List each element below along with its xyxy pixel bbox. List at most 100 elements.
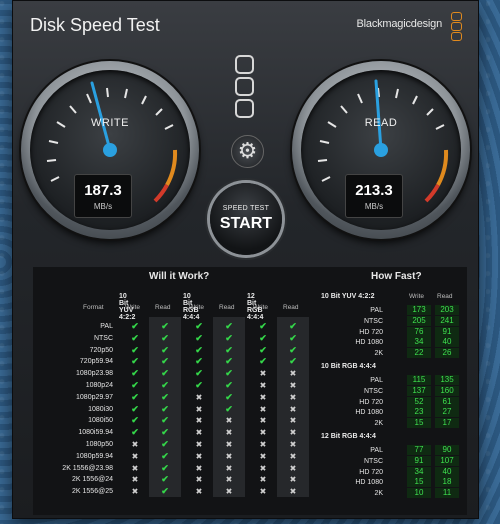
app-window: Disk Speed Test Blackmagicdesign WRITE 1… [12, 0, 479, 519]
checkmark-icon: ✔ [131, 427, 139, 438]
subheader-read: Read [155, 304, 171, 311]
write-fps-value: 34 [407, 466, 431, 477]
speed-format-name: NTSC [363, 387, 383, 395]
cross-icon: ✖ [131, 451, 139, 461]
checkmark-icon: ✔ [131, 368, 139, 379]
checkmark-icon: ✔ [161, 368, 169, 379]
cross-icon: ✖ [289, 463, 297, 473]
format-column-header: Format [83, 304, 104, 311]
write-fps-value: 77 [407, 445, 431, 455]
read-gauge: READ 213.3 MB/s [292, 61, 470, 239]
speed-format-name: PAL [370, 307, 383, 314]
start-button[interactable]: SPEED TEST START [210, 183, 282, 255]
brand-label: Blackmagicdesign [356, 18, 443, 30]
checkmark-icon: ✔ [161, 332, 169, 343]
speed-format-name: HD 1080 [355, 339, 383, 347]
checkmark-icon: ✔ [259, 344, 267, 355]
speed-row: 2K 10 11 [321, 488, 467, 499]
write-fps-value: 115 [407, 375, 431, 385]
format-name: 1080i59.94 [78, 429, 113, 437]
write-fps-value: 137 [407, 385, 431, 396]
cross-icon: ✖ [195, 475, 203, 485]
speed-row: NTSC 91 107 [321, 455, 467, 467]
checkmark-icon: ✔ [161, 344, 169, 355]
start-button-label: START [219, 215, 273, 232]
checkmark-icon: ✔ [195, 332, 203, 343]
format-name: NTSC [93, 334, 113, 342]
checkmark-icon: ✔ [131, 380, 139, 390]
checkmark-icon: ✔ [161, 450, 169, 461]
read-fps-value: 18 [435, 477, 459, 488]
cross-icon: ✖ [289, 416, 297, 426]
format-name: 2K 1556@23.98 [62, 464, 113, 472]
format-name: 1080i30 [88, 405, 113, 413]
checkmark-icon: ✔ [289, 356, 297, 367]
speed-row: HD 720 76 91 [321, 326, 467, 338]
read-unit: MB/s [364, 202, 384, 211]
checkmark-icon: ✔ [161, 321, 169, 331]
speed-format-name: 2K [374, 490, 383, 498]
checkmark-icon: ✔ [195, 321, 203, 331]
write-unit: MB/s [93, 202, 113, 211]
table-row: 1080i50 ✔ ✔ ✖ ✖ ✖ ✖ [45, 415, 313, 427]
write-fps-value: 205 [407, 315, 431, 326]
table-row: 720p50 ✔ ✔ ✔ ✔ ✔ ✔ [45, 345, 313, 357]
checkmark-icon: ✔ [289, 332, 297, 343]
checkmark-icon: ✔ [195, 344, 203, 355]
speed-group-header: 10 Bit RGB 4:4:4 [321, 363, 376, 370]
cross-icon: ✖ [195, 392, 203, 402]
cross-icon: ✖ [195, 404, 203, 414]
speed-format-name: NTSC [363, 317, 383, 325]
write-fps-value: 22 [407, 348, 431, 359]
table-row: 1080p23.98 ✔ ✔ ✔ ✔ ✖ ✖ [45, 368, 313, 380]
checkmark-icon: ✔ [131, 391, 139, 402]
write-fps-value: 52 [407, 396, 431, 407]
cross-icon: ✖ [195, 428, 203, 438]
cross-icon: ✖ [259, 487, 267, 497]
write-fps-value: 76 [407, 326, 431, 337]
checkmark-icon: ✔ [161, 474, 169, 485]
cross-icon: ✖ [225, 487, 233, 497]
table-row: 1080i30 ✔ ✔ ✖ ✔ ✖ ✖ [45, 404, 313, 416]
table-row: NTSC ✔ ✔ ✔ ✔ ✔ ✔ [45, 333, 313, 345]
write-readout: 187.3 MB/s [74, 174, 132, 218]
checkmark-icon: ✔ [195, 380, 203, 390]
format-name: 1080p23.98 [76, 370, 113, 378]
settings-gear-icon[interactable]: ⚙ [231, 135, 264, 168]
checkmark-icon: ✔ [161, 439, 169, 449]
checkmark-icon: ✔ [131, 403, 139, 414]
table-row: 1080p59.94 ✖ ✔ ✖ ✖ ✖ ✖ [45, 451, 313, 463]
checkmark-icon: ✔ [225, 380, 233, 390]
format-name: 720p50 [89, 346, 113, 354]
table-row: 1080p29.97 ✔ ✔ ✖ ✔ ✖ ✖ [45, 392, 313, 404]
brand-logo-icon [451, 12, 463, 41]
read-fps-value: 91 [435, 326, 459, 337]
cross-icon: ✖ [225, 428, 233, 438]
speed-row: HD 720 34 40 [321, 466, 467, 478]
checkmark-icon: ✔ [161, 403, 169, 414]
cross-icon: ✖ [259, 451, 267, 461]
cross-icon: ✖ [289, 428, 297, 438]
table-row: 2K 1556@23.98 ✖ ✔ ✖ ✖ ✖ ✖ [45, 463, 313, 475]
write-fps-value: 15 [407, 418, 431, 429]
checkmark-icon: ✔ [161, 462, 169, 473]
checkmark-icon: ✔ [225, 356, 233, 367]
cross-icon: ✖ [289, 475, 297, 485]
read-value: 213.3 [355, 182, 393, 199]
table-row: 2K 1556@24 ✖ ✔ ✖ ✖ ✖ ✖ [45, 474, 313, 486]
write-fps-value: 10 [407, 488, 431, 499]
subheader-write: Write [125, 304, 141, 311]
cross-icon: ✖ [289, 381, 297, 390]
format-name: 1080p50 [85, 441, 113, 448]
checkmark-icon: ✔ [131, 356, 139, 367]
table-row: PAL ✔ ✔ ✔ ✔ ✔ ✔ [45, 321, 313, 333]
checkmark-icon: ✔ [161, 415, 169, 426]
title-bar[interactable]: Disk Speed Test Blackmagicdesign [13, 1, 478, 47]
checkmark-icon: ✔ [259, 332, 267, 343]
table-row: 2K 1556@25 ✖ ✔ ✖ ✖ ✖ ✖ [45, 486, 313, 498]
speed-format-name: HD 720 [359, 398, 383, 406]
cross-icon: ✖ [289, 369, 297, 379]
cross-icon: ✖ [131, 463, 139, 473]
format-name: 1080p59.94 [76, 452, 113, 460]
checkmark-icon: ✔ [161, 380, 169, 390]
